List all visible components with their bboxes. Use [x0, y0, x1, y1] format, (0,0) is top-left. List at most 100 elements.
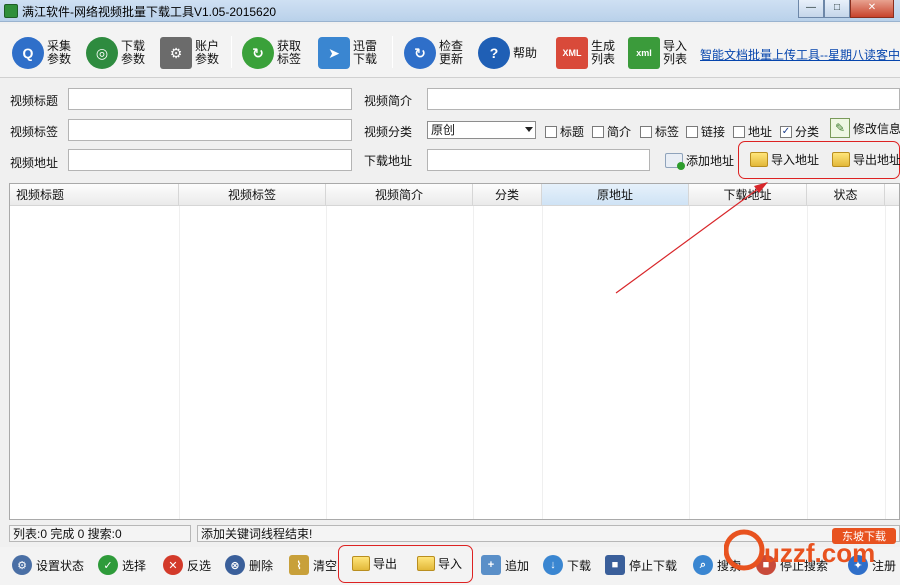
toolbar-label: 导入列表 [663, 39, 688, 66]
toolbar-label: 获取标签 [277, 39, 302, 66]
set-status-label: 设置状态 [36, 558, 85, 573]
app-icon [4, 4, 18, 18]
main-toolbar: Q 采集参数 ◎ 下载参数 ⚙ 账户参数 ↻ 获取标签 ➤ 迅雷下载 ↻ 检查更… [0, 24, 900, 78]
toolbar-help[interactable]: ? 帮助 [478, 36, 541, 70]
invert-select-label: 反选 [187, 558, 212, 573]
status-counts: 列表:0 完成 0 搜索:0 [9, 525, 191, 542]
thunder-icon: ➤ [318, 37, 350, 69]
append-label: 追加 [505, 558, 530, 573]
video-url-label: 视频地址 [10, 156, 59, 170]
column-header-source-url[interactable]: 原地址 [542, 184, 689, 206]
toolbar-check-update[interactable]: ↻ 检查更新 [404, 36, 465, 70]
toolbar-label: 账户参数 [195, 39, 220, 66]
download-button[interactable]: ↓ 下载 [543, 555, 591, 575]
column-header-category[interactable]: 分类 [473, 184, 542, 206]
update-icon: ↻ [404, 37, 436, 69]
toolbar-label: 下载参数 [121, 39, 146, 66]
delete-label: 删除 [249, 558, 274, 573]
export-button[interactable]: 导出 [352, 555, 397, 572]
import-button[interactable]: 导入 [417, 555, 462, 572]
category-value: 原创 [431, 123, 456, 137]
toolbar-download-params[interactable]: ◎ 下载参数 [86, 36, 147, 70]
video-table[interactable]: 视频标题 视频标签 视频简介 分类 原地址 下载地址 状态 [9, 183, 900, 520]
download-url-input[interactable] [427, 149, 650, 171]
globe-icon: ◎ [86, 37, 118, 69]
set-status-button[interactable]: ⚙ 设置状态 [12, 555, 84, 575]
toolbar-label: 生成列表 [591, 39, 616, 66]
export-label: 导出 [373, 557, 398, 571]
folder-export-icon [352, 556, 370, 571]
checkbox-label: 地址 [748, 125, 773, 139]
column-header-download-url[interactable]: 下载地址 [689, 184, 807, 206]
checkbox-box[interactable] [686, 125, 698, 138]
modify-info-button[interactable]: ✎ 修改信息 [830, 118, 900, 138]
download-icon: ↓ [543, 555, 563, 575]
video-tags-input[interactable] [68, 119, 352, 141]
checkbox-box[interactable] [545, 125, 557, 138]
clear-button[interactable]: ⌇ 清空 [289, 555, 337, 575]
checkbox-box[interactable]: ✓ [780, 125, 792, 138]
checkbox-box[interactable] [733, 125, 745, 138]
column-header-status[interactable]: 状态 [807, 184, 885, 206]
select-button[interactable]: ✓ 选择 [98, 555, 146, 575]
column-header-title[interactable]: 视频标题 [10, 184, 179, 206]
video-title-input[interactable] [68, 88, 352, 110]
toolbar-generate-list[interactable]: XML 生成列表 [556, 36, 617, 70]
chevron-down-icon [525, 127, 533, 132]
download-url-label: 下载地址 [364, 154, 413, 168]
checkbox-label: 链接 [701, 125, 726, 139]
window-controls: — □ ✕ [798, 0, 894, 18]
video-url-input[interactable] [68, 149, 352, 171]
checkbox-title[interactable]: 标题 [545, 123, 584, 140]
watermark-ring [724, 529, 765, 571]
stop-download-button[interactable]: ■ 停止下载 [605, 555, 677, 575]
toolbar-get-tags[interactable]: ↻ 获取标签 [242, 36, 303, 70]
invert-select-button[interactable]: ✕ 反选 [163, 555, 211, 575]
checkbox-category[interactable]: ✓ 分类 [780, 123, 819, 140]
minimize-button[interactable]: — [798, 0, 824, 18]
checkbox-intro[interactable]: 简介 [592, 123, 631, 140]
checkbox-label: 标题 [560, 125, 585, 139]
video-title-label: 视频标题 [10, 94, 59, 108]
toolbar-label: 迅雷下载 [353, 39, 378, 66]
close-button[interactable]: ✕ [850, 0, 894, 18]
title-bar: 满江软件-网络视频批量下载工具V1.05-2015620 — □ ✕ [0, 0, 900, 22]
modify-info-label: 修改信息 [853, 121, 900, 136]
column-divider [807, 206, 808, 519]
toolbar-thunder-download[interactable]: ➤ 迅雷下载 [318, 36, 379, 70]
export-address-button[interactable]: 导出地址 [832, 151, 900, 168]
video-intro-input[interactable] [427, 88, 900, 110]
column-divider [473, 206, 474, 519]
checkbox-label: 分类 [795, 125, 820, 139]
toolbar-account-params[interactable]: ⚙ 账户参数 [160, 36, 221, 70]
column-divider [542, 206, 543, 519]
video-intro-label: 视频简介 [364, 94, 413, 108]
cross-icon: ✕ [163, 555, 183, 575]
gear-icon: ⚙ [12, 555, 32, 575]
delete-button[interactable]: ⊗ 删除 [225, 555, 273, 575]
checkbox-box[interactable] [640, 125, 652, 138]
checkbox-label: 标签 [655, 125, 680, 139]
checkbox-box[interactable] [592, 125, 604, 138]
add-address-button[interactable]: 添加地址 [665, 152, 735, 170]
add-address-label: 添加地址 [686, 154, 735, 168]
column-header-intro[interactable]: 视频简介 [326, 184, 473, 206]
toolbar-import-list[interactable]: xml 导入列表 [628, 36, 689, 70]
toolbar-label: 检查更新 [439, 39, 464, 66]
folder-import-icon [417, 556, 435, 571]
broom-icon: ⌇ [289, 555, 309, 575]
maximize-button[interactable]: □ [824, 0, 850, 18]
video-category-select[interactable]: 原创 [427, 121, 536, 139]
toolbar-collect-params[interactable]: Q 采集参数 [12, 36, 73, 70]
append-button[interactable]: + 追加 [481, 555, 529, 575]
video-tags-label: 视频标签 [10, 125, 59, 139]
checkbox-tags[interactable]: 标签 [640, 123, 679, 140]
search-icon: ⌕ [693, 555, 713, 575]
column-header-tags[interactable]: 视频标签 [179, 184, 326, 206]
import-address-button[interactable]: 导入地址 [750, 151, 819, 168]
checkbox-link[interactable]: 链接 [686, 123, 725, 140]
checkbox-address[interactable]: 地址 [733, 123, 772, 140]
video-category-label: 视频分类 [364, 125, 413, 139]
promo-link[interactable]: 智能文档批量上传工具--星期八读客中 [700, 46, 900, 63]
refresh-icon: ↻ [242, 37, 274, 69]
